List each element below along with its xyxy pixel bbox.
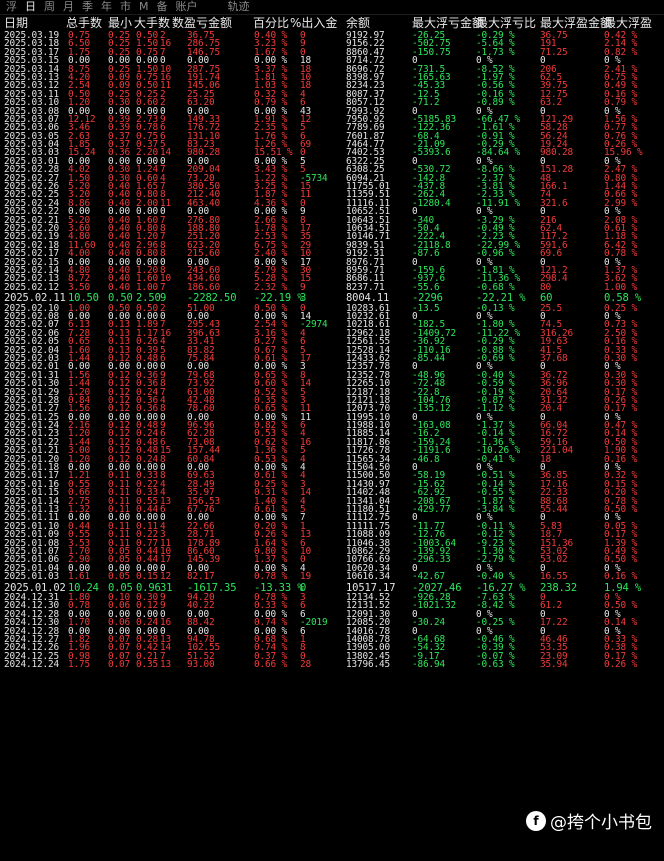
trade-count-cell: 12 <box>160 571 171 583</box>
tab-float[interactable]: 浮 <box>6 0 17 14</box>
tab-monthly[interactable]: 月 <box>63 0 74 14</box>
max-float-loss-cell: -55.6 <box>412 281 440 293</box>
max-float-profit-pct-cell: 1.00 % <box>604 281 637 293</box>
table-row[interactable]: 2024.12.24 1.75 0.07 0.35 13 93.00 0.66 % 28 137… <box>0 659 664 671</box>
max-lots-cell: 0.35 <box>136 659 158 671</box>
table-row[interactable]: 2025.02.03 1.44 0.12 0.48 6 75.84 0.61 % 17 1243… <box>0 354 664 364</box>
table-row[interactable]: 2025.02.08 0.00 0.00 0.00 0 0.00 0.00 % 14 10232… <box>0 312 664 322</box>
table-row[interactable]: 2025.01.06 2.90 0.05 0.44 17 145.39 1.37 % 0 107… <box>0 555 664 565</box>
trade-count-cell: 7 <box>160 281 166 293</box>
date-cell: 2025.02.12 <box>4 281 59 293</box>
table-row[interactable]: 2025.02.22 0.00 0.00 0.00 0 0.00 0.00 % 9 10652.… <box>0 207 664 217</box>
tab-quarterly[interactable]: 季 <box>82 0 93 14</box>
table-row[interactable]: 2025.02.13 8.72 0.40 1.60 10 434.60 5.28 % 15 86… <box>0 274 664 284</box>
tab-yearly[interactable]: 年 <box>101 0 112 14</box>
table-row[interactable]: 2025.01.03 1.61 0.05 0.15 12 82.17 0.78 % 19 106… <box>0 571 664 583</box>
max-float-loss-pct-cell: -0.40 % <box>476 571 515 583</box>
table-row[interactable]: 2024.12.30 1.70 0.06 0.24 16 88.42 0.74 % -2019… <box>0 618 664 628</box>
table-row[interactable]: 2025.03.11 0.50 0.25 0.25 2 25.25 0.32 % 4 8087.… <box>0 89 664 99</box>
trade-count-cell: 13 <box>160 659 171 671</box>
table-row[interactable]: 2025.02.26 5.20 0.40 1.65 7 380.50 3.25 % 15 117… <box>0 182 664 192</box>
table-row[interactable]: 2025.02.17 4.00 0.40 0.80 8 215.60 2.40 % 10 919… <box>0 249 664 259</box>
pnl-cell: 186.60 <box>187 281 220 293</box>
table-row[interactable]: 2024.12.30 0.78 0.06 0.12 9 40.22 0.33 % 6 12131… <box>0 600 664 612</box>
max-float-loss-cell: -86.94 <box>412 659 445 671</box>
max-float-profit-pct-cell: 0.26 % <box>604 659 637 671</box>
deposit-withdraw-cell: 9 <box>300 281 306 293</box>
table-row[interactable]: 2025.01.21 3.00 0.12 0.48 15 157.44 1.36 % 5 117… <box>0 446 664 456</box>
max-float-loss-cell: -42.67 <box>412 571 445 583</box>
tab-account[interactable]: 账户 <box>176 0 198 14</box>
balance-cell: 10616.34 <box>346 571 390 583</box>
date-cell: 2025.01.03 <box>4 571 59 583</box>
table-row[interactable]: 2025.02.12 3.50 0.40 1.00 7 186.60 2.32 % 9 8237… <box>0 281 664 293</box>
max-float-profit-pct-cell: 0.16 % <box>604 571 637 583</box>
table-row[interactable]: 2025.02.05 0.65 0.13 0.26 4 33.41 0.27 % 6 12561… <box>0 337 664 347</box>
table-row[interactable]: 2025.02.24 8.86 0.40 2.00 11 463.40 4.36 % 0 111… <box>0 198 664 208</box>
deposit-withdraw-cell: 19 <box>300 571 311 583</box>
table-row[interactable]: 2025.02.21 5.20 0.40 1.60 7 276.80 2.66 % 8 1064… <box>0 215 664 225</box>
table-row[interactable]: 2025.02.28 4.02 0.30 1.24 7 209.04 3.43 % 5 6308… <box>0 165 664 175</box>
table-row[interactable]: 2025.03.15 0.00 0.00 0.00 0 0.00 0.00 % 18 8714.… <box>0 56 664 66</box>
table-row[interactable]: 2025.02.10 1.00 0.50 0.50 2 51.00 0.50 % 0 10283… <box>0 303 664 313</box>
max-float-loss-cell: -1021.32 <box>412 600 456 612</box>
tab-track[interactable]: 轨迹 <box>228 0 250 14</box>
max-lots-cell: 1.00 <box>136 281 158 293</box>
pnl-cell: 82.17 <box>187 571 215 583</box>
table-row[interactable]: 2024.12.31 1.80 0.10 0.30 9 94.20 0.78 % 3 12134… <box>0 593 664 603</box>
tab-daily[interactable]: 日 <box>25 0 36 14</box>
table-row[interactable]: 2025.01.10 0.44 0.11 0.11 4 22.66 0.20 % 1 11111… <box>0 521 664 531</box>
table-row[interactable]: 2025.03.19 0.75 0.25 0.50 2 36.75 0.40 % 0 9192.… <box>0 31 664 41</box>
table-row[interactable]: 2025.02.18 11.60 0.40 2.96 8 623.20 6.75 % 29 98… <box>0 240 664 250</box>
pnl-cell: 93.00 <box>187 659 215 671</box>
tab-weekly[interactable]: 周 <box>44 0 55 14</box>
pct-cell: 2.32 % <box>254 281 287 293</box>
table-row[interactable]: 2025.01.11 0.00 0.00 0.00 0 0.00 0.00 % 7 11112.… <box>0 513 664 523</box>
lots-cell: 3.50 <box>68 281 90 293</box>
max-float-loss-pct-cell: -0.68 % <box>476 281 515 293</box>
watermark: f @挎个小书包 <box>522 806 656 835</box>
table-row[interactable]: 2025.03.17 1.75 0.25 0.75 7 146.75 1.67 % 0 8860… <box>0 47 664 57</box>
table-row[interactable]: 2025.01.28 0.84 0.12 0.36 4 42.48 0.35 % 3 12121… <box>0 395 664 405</box>
max-float-profit-cell: 35.94 <box>540 659 568 671</box>
lots-cell: 1.75 <box>68 659 90 671</box>
balance-cell: 8237.71 <box>346 281 385 293</box>
pct-cell: 0.66 % <box>254 659 287 671</box>
daily-table-body: 2025.03.19 0.75 0.25 0.50 2 36.75 0.40 % 0 9192.… <box>0 31 664 671</box>
table-row[interactable]: 2025.01.27 1.56 0.12 0.36 8 78.60 0.65 % 11 1207… <box>0 404 664 414</box>
table-row[interactable]: 2025.01.02 10.24 0.05 0.96 31 -1617.35 -13.33 … <box>0 582 664 595</box>
max-float-loss-pct-cell: -0.63 % <box>476 659 515 671</box>
table-row[interactable]: 2025.01.20 1.20 0.12 0.24 8 60.84 0.53 % 4 11565… <box>0 454 664 464</box>
deposit-withdraw-cell: 28 <box>300 659 311 671</box>
min-lots-cell: 0.40 <box>108 281 130 293</box>
period-tabs: 浮 日 周 月 季 年 市 M 备 账户 轨迹 <box>0 0 664 15</box>
balance-cell: 13796.45 <box>346 659 390 671</box>
max-float-profit-cell: 80 <box>540 281 551 293</box>
col-header-in-out[interactable]: %出入金 <box>290 15 337 32</box>
tab-market[interactable]: 市 <box>120 0 131 14</box>
lots-cell: 1.61 <box>68 571 90 583</box>
pct-cell: 0.78 % <box>254 571 287 583</box>
table-row[interactable]: 2025.03.03 15.24 0.36 2.20 14 980.28 15.51 % 0 7… <box>0 148 664 158</box>
min-lots-cell: 0.07 <box>108 659 130 671</box>
date-cell: 2024.12.24 <box>4 659 59 671</box>
table-row[interactable]: 2025.02.11 10.50 0.50 2.50 9 -2282.50 -22.19 %… <box>0 292 664 305</box>
table-row[interactable]: 2025.03.10 1.20 0.30 0.60 2 63.20 0.79 % 6 8057.… <box>0 98 664 108</box>
watermark-text: @挎个小书包 <box>550 813 652 833</box>
min-lots-cell: 0.05 <box>108 571 130 583</box>
max-float-profit-cell: 16.55 <box>540 571 568 583</box>
tab-notes[interactable]: 备 <box>157 0 168 14</box>
table-row[interactable]: 2025.01.13 1.32 0.11 0.44 6 67.76 0.61 % 5 11180… <box>0 505 664 515</box>
table-row[interactable]: 2025.03.14 8.75 0.25 1.50 10 287.75 3.37 % 18 86… <box>0 64 664 74</box>
max-lots-cell: 0.15 <box>136 571 158 583</box>
facebook-logo-icon: f <box>526 810 546 831</box>
tab-m[interactable]: M <box>139 0 149 14</box>
